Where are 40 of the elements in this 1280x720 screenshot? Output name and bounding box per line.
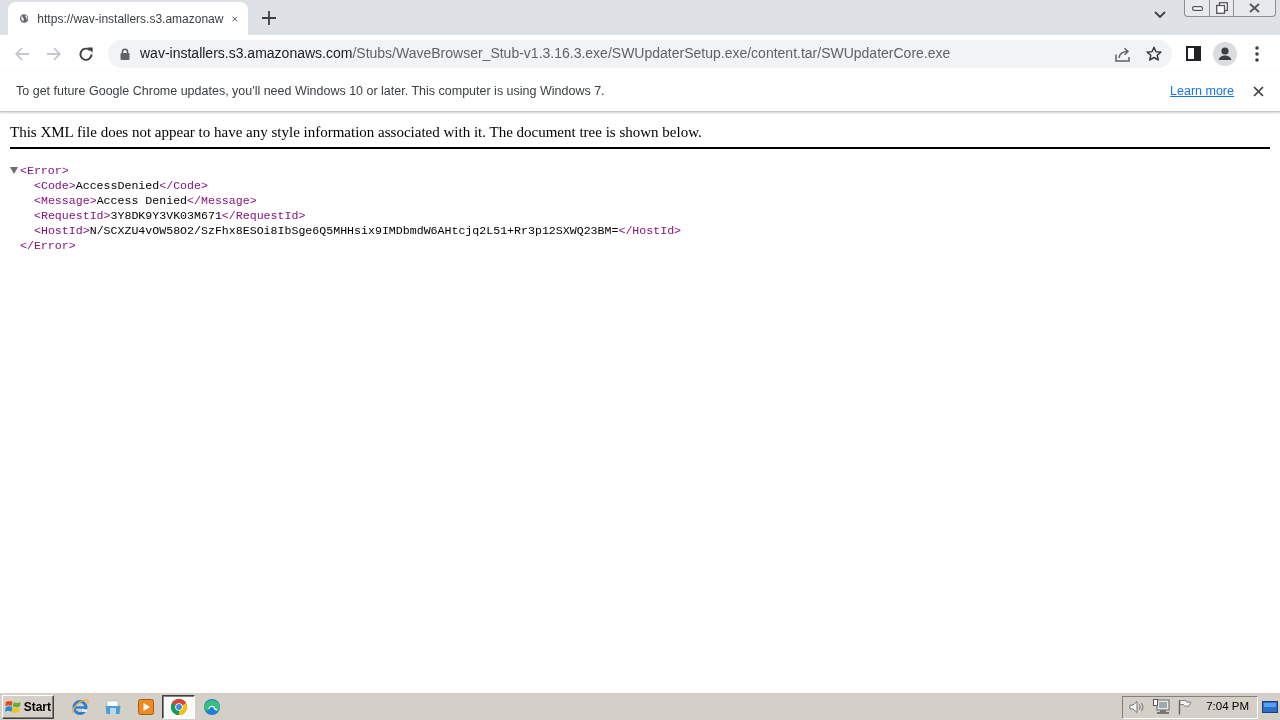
folder-icon: [103, 698, 122, 716]
clock-text[interactable]: 7:04 PM: [1206, 698, 1249, 716]
lock-icon[interactable]: [120, 47, 130, 60]
xml-open-tag: <Error>: [20, 163, 69, 178]
xml-close-tag: </Error>: [20, 239, 76, 252]
browser-tab[interactable]: https://wav-installers.s3.amazonaw: [8, 2, 248, 35]
share-icon[interactable]: [1113, 45, 1131, 62]
xml-element-line: <RequestId>3Y8DK9Y3VK03M671</RequestId>: [34, 208, 306, 223]
swirl-logo-icon: [202, 698, 221, 716]
star-icon[interactable]: [1146, 45, 1162, 62]
start-button[interactable]: Start: [2, 695, 54, 719]
close-icon: [1249, 3, 1260, 13]
avatar-icon[interactable]: [1213, 41, 1237, 66]
plus-icon[interactable]: [262, 11, 276, 25]
flag-logo-icon: [5, 699, 22, 715]
restore-icon: [1215, 2, 1228, 14]
round-logo-icon: [169, 698, 188, 716]
show-desktop-icon[interactable]: [1262, 701, 1278, 713]
menu-icon[interactable]: [1255, 45, 1259, 62]
xml-element-line: <Code>AccessDenied</Code>: [34, 178, 208, 193]
infobar-message: To get future Google Chrome updates, you'll need Windows 10 or later. This computer is using Windows 7.: [16, 83, 605, 101]
close-icon[interactable]: [232, 13, 238, 24]
minimize-icon: [1191, 5, 1203, 11]
network-icon[interactable]: [1153, 699, 1171, 715]
e-logo-icon: [70, 698, 89, 716]
chevron-down-icon[interactable]: [1154, 11, 1166, 19]
taskbar-button[interactable]: [162, 695, 195, 719]
xml-element-line: <Message>Access Denied</Message>: [34, 193, 257, 208]
speaker-icon[interactable]: [1129, 700, 1146, 714]
address-bar[interactable]: wav-installers.s3.amazonaws.com/Stubs/WaveBrowser_Stub-v1.3.16.3.exe/SWUpdaterSetup.exe/content.tar/SWUpdaterCore.exe: [108, 39, 1172, 68]
expand-toggle-icon[interactable]: [10, 167, 18, 174]
learn-more-link[interactable]: Learn more: [1170, 82, 1234, 101]
close-icon[interactable]: [1253, 86, 1264, 97]
reload-icon[interactable]: [78, 45, 94, 62]
globe-icon: [20, 11, 29, 26]
xml-notice-text: This XML file does not appear to have any style information associated with it. The document tree is shown below.: [10, 123, 702, 141]
xml-element-line: <HostId>N/SCXZU4vOW58O2/SzFhx8ESOi8IbSge6Q5MHHsix9IMDbmdW6AHtcjq2L51+Rr3p12SXWQ23BM=</HostId>: [34, 223, 682, 238]
side-panel-icon[interactable]: [1185, 46, 1201, 61]
play-icon: [136, 698, 155, 716]
flag-icon[interactable]: [1178, 699, 1193, 715]
